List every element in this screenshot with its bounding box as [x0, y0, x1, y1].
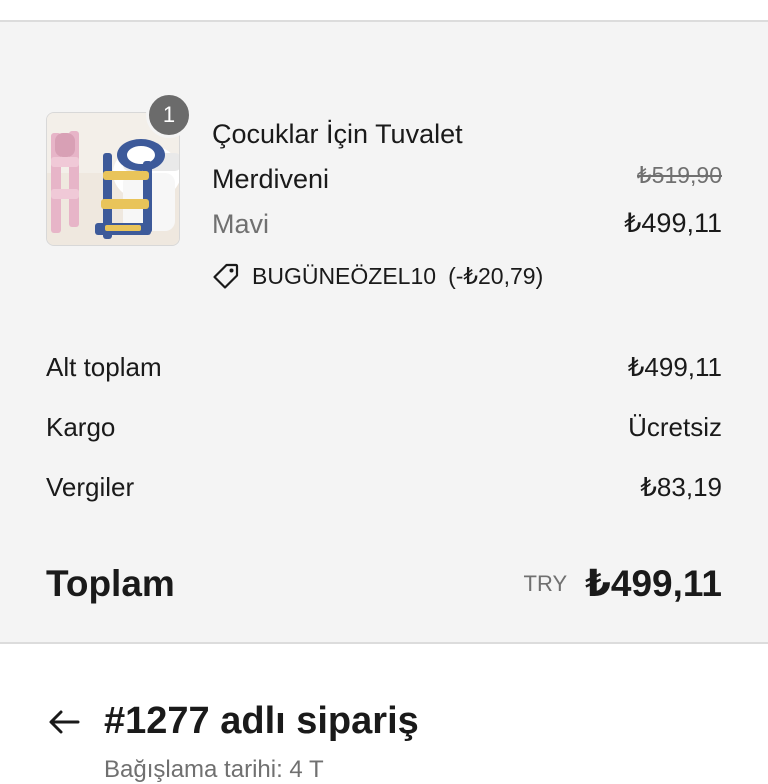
taxes-label: Vergiler	[46, 472, 135, 502]
quantity-badge: 1	[146, 92, 192, 138]
discount-amount: (-₺20,79)	[448, 262, 544, 289]
product-title: Çocuklar İçin Tuvalet Merdiveni	[212, 112, 532, 202]
back-arrow-icon[interactable]	[46, 704, 82, 740]
total-amount-group: TRY ₺499,11	[524, 562, 722, 605]
product-thumbnail-wrapper: 1	[46, 92, 192, 248]
discount-code: BUGÜNEÖZEL10	[252, 262, 437, 289]
discount-line: BUGÜNEÖZEL10 (-₺20,79)	[212, 258, 543, 294]
header-strip	[0, 0, 768, 22]
product-title-line2: Merdiveni	[212, 164, 330, 194]
total-label: Toplam	[46, 562, 175, 604]
order-summary-panel: 1 Çocuklar İçin Tuvalet Merdiveni Mavi ₺…	[0, 22, 768, 644]
shipping-value: Ücretsiz	[628, 412, 722, 442]
taxes-value: ₺83,19	[640, 472, 722, 502]
price-tag-icon	[212, 262, 240, 290]
order-title: #1277 adlı sipariş	[104, 700, 419, 742]
total-currency: TRY	[523, 570, 568, 596]
shipping-label: Kargo	[46, 412, 116, 442]
product-variant: Mavi	[212, 209, 270, 239]
subtotal-row: Alt toplam ₺499,11	[46, 352, 722, 383]
product-title-line1: Çocuklar İçin Tuvalet	[212, 119, 463, 149]
shipping-row: Kargo Ücretsiz	[46, 412, 722, 443]
order-subtitle: Bağışlama tarihi: 4 T	[104, 756, 324, 783]
order-header: #1277 adlı sipariş	[46, 700, 419, 743]
subtotal-value: ₺499,11	[627, 352, 722, 382]
total-row: Toplam TRY ₺499,11	[46, 562, 722, 605]
taxes-row: Vergiler ₺83,19	[46, 472, 722, 503]
subtotal-label: Alt toplam	[46, 352, 162, 382]
original-price: ₺519,90	[637, 162, 722, 188]
total-value: ₺499,11	[585, 563, 722, 604]
item-price: ₺499,11	[624, 208, 722, 238]
